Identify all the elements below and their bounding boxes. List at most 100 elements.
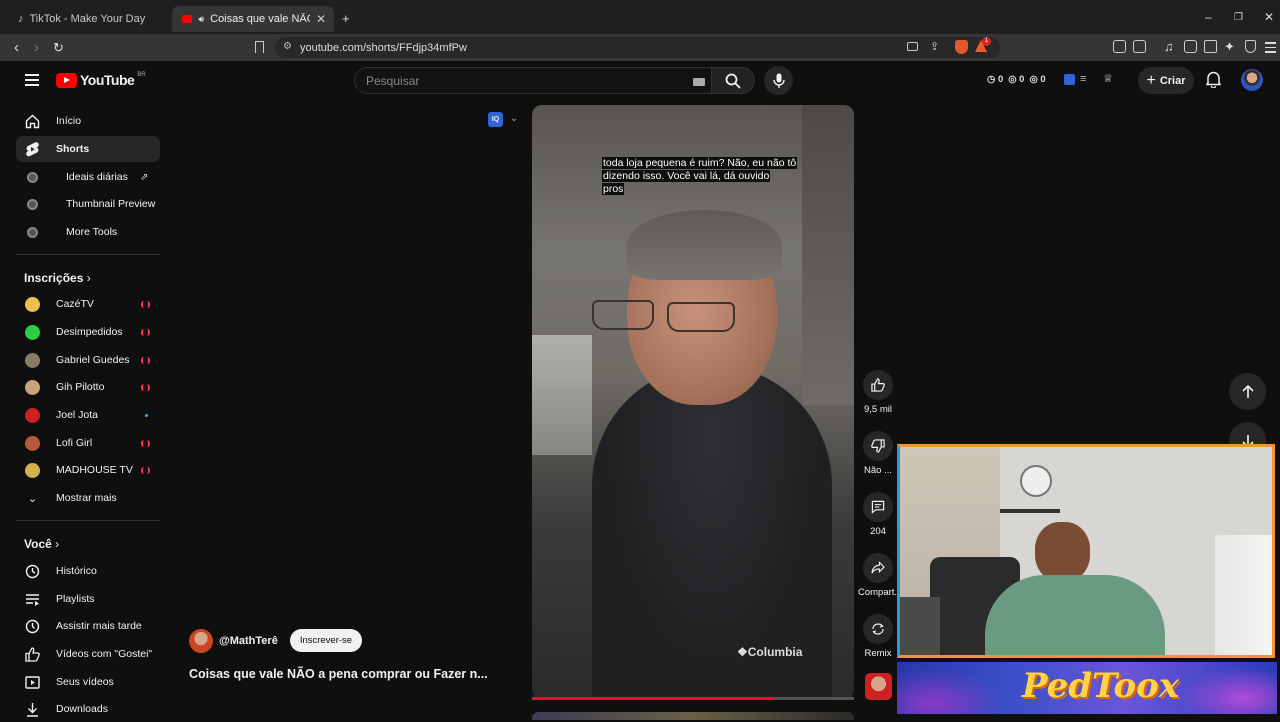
keyboard-icon[interactable] (693, 78, 705, 86)
vidiq-icon[interactable] (1064, 74, 1075, 85)
music-icon[interactable]: ♫ (1164, 39, 1174, 54)
thumbs-up-icon (863, 370, 893, 400)
close-tab-icon[interactable]: ✕ (316, 12, 326, 26)
short-title[interactable]: Coisas que vale NÃO a pena comprar ou Fa… (189, 667, 488, 681)
create-label: Criar (1159, 74, 1186, 87)
search-button[interactable] (711, 67, 755, 94)
channel-avatar (25, 435, 40, 451)
sidebar-item-label: Assistir mais tarde (56, 620, 142, 632)
chevron-down-icon[interactable]: ⌄ (510, 113, 518, 124)
tab-title: Coisas que vale NÃO a pena comprar (210, 13, 310, 25)
download-icon (25, 702, 40, 717)
channel-avatar[interactable] (189, 628, 213, 653)
next-short-preview[interactable] (532, 712, 854, 720)
palm-decoration (1167, 662, 1277, 714)
channel-name[interactable]: @MathTerê (219, 635, 278, 647)
reload-icon[interactable]: ↻ (53, 40, 64, 56)
sidebar-item-shorts[interactable]: Shorts (16, 136, 160, 162)
remix-label: Remix (864, 648, 892, 659)
sidebar-toggle-icon[interactable] (1184, 40, 1197, 53)
glasses (592, 300, 762, 334)
wallet-icon[interactable] (1204, 40, 1217, 53)
browser-menu-icon[interactable] (1265, 42, 1276, 53)
list-icon[interactable]: ≡ (1080, 73, 1086, 85)
youtube-logo[interactable]: YouTube BR (56, 72, 146, 88)
new-tab-icon[interactable]: + (342, 11, 350, 26)
tiktok-icon: ♪ (18, 13, 24, 25)
minimize-icon[interactable]: – (1205, 10, 1212, 24)
sidebar-item-subscription[interactable]: Desimpedidos (16, 319, 160, 345)
channel-avatar (25, 379, 40, 395)
sidebar-item-playlists[interactable]: Playlists (16, 586, 160, 612)
channel-avatar (25, 407, 40, 423)
previous-short-button[interactable] (1229, 373, 1266, 410)
hamburger-menu-icon[interactable] (25, 71, 39, 89)
subscriptions-heading[interactable]: Inscrições › (24, 271, 91, 285)
video-caption: toda loja pequena é ruim? Não, eu não tô… (602, 157, 798, 195)
video-progress-bar[interactable] (532, 697, 854, 700)
show-more-button[interactable]: ⌄ Mostrar mais (16, 485, 160, 511)
tab-title: TikTok - Make Your Day (29, 13, 146, 25)
short-video-player[interactable]: ❖Columbia toda loja pequena é ruim? Não,… (532, 105, 854, 700)
audio-source-thumbnail[interactable] (865, 673, 892, 700)
sidebar-item-label: Histórico (56, 565, 97, 577)
tab-youtube-short[interactable]: 🔊︎ Coisas que vale NÃO a pena comprar ✕ (172, 6, 334, 32)
you-heading[interactable]: Você › (24, 537, 59, 551)
sidebar-item-thumbnail-preview[interactable]: Thumbnail Preview (16, 191, 160, 217)
tab-tiktok[interactable]: ♪ TikTok - Make Your Day (8, 6, 170, 32)
sidebar-item-downloads[interactable]: Downloads (16, 696, 160, 722)
view-stat: ◎ 0 (1029, 74, 1046, 85)
trophy-icon[interactable]: ♕ (1103, 72, 1113, 85)
vidiq-tool-icon (25, 225, 40, 240)
leo-ai-icon[interactable]: ✦ (1224, 39, 1235, 55)
create-button[interactable]: + Criar (1138, 67, 1194, 94)
notifications-bell-icon[interactable] (1205, 71, 1222, 93)
address-bar[interactable]: ⚙︎ youtube.com/shorts/FFdjp34mfPw ⇪ 1 (275, 37, 1000, 58)
sidebar-item-ideias-diarias[interactable]: Ideais diárias ⇗ (16, 164, 160, 190)
dislike-button[interactable]: Não ... (858, 431, 898, 476)
extensions-icon[interactable] (1113, 40, 1126, 53)
search-input[interactable]: Pesquisar (354, 67, 712, 94)
channel-avatar (25, 352, 40, 368)
sidebar-item-your-videos[interactable]: Seus vídeos (16, 669, 160, 695)
comments-button[interactable]: 204 (858, 492, 898, 537)
wall-shelf (1000, 509, 1060, 513)
vidiq-overlay-button[interactable]: IQ (488, 112, 503, 127)
sidebar-divider (16, 254, 160, 255)
browser-tab-bar: ♪ TikTok - Make Your Day 🔊︎ Coisas que v… (0, 0, 1280, 34)
close-window-icon[interactable]: ✕ (1264, 10, 1274, 24)
sidebar-item-label: Vídeos com "Gostei" (56, 648, 153, 660)
wall-fan (1020, 465, 1052, 497)
sidebar-item-more-tools[interactable]: More Tools (16, 219, 160, 245)
user-avatar[interactable] (1241, 69, 1263, 91)
sidebar-item-subscription[interactable]: MADHOUSE TV (16, 457, 160, 483)
sidebar-item-subscription[interactable]: Lofi Girl (16, 430, 160, 456)
share-page-icon[interactable]: ⇪ (930, 40, 939, 53)
bookmark-icon[interactable] (255, 41, 264, 53)
external-link-icon: ⇗ (140, 171, 149, 183)
tab-search-icon[interactable] (1133, 40, 1146, 53)
share-button[interactable]: Compart... (858, 553, 902, 598)
cast-icon[interactable] (907, 42, 918, 51)
subscribe-button[interactable]: Inscrever-se (289, 629, 363, 652)
remix-icon (863, 614, 893, 644)
sidebar-item-subscription[interactable]: Gabriel Guedes (16, 347, 160, 373)
vidiq-tool-icon (25, 170, 40, 185)
sidebar-item-subscription[interactable]: Joel Jota (16, 402, 160, 428)
sidebar-item-home[interactable]: Início (16, 108, 160, 134)
sidebar-item-subscription[interactable]: CazéTV (16, 291, 160, 317)
forward-icon[interactable]: › (34, 39, 39, 56)
sidebar-item-watch-later[interactable]: Assistir mais tarde (16, 613, 160, 639)
sidebar-item-label: Playlists (56, 593, 95, 605)
like-button[interactable]: 9,5 mil (858, 370, 898, 415)
back-icon[interactable]: ‹ (14, 39, 19, 56)
remix-button[interactable]: Remix (858, 614, 898, 659)
vpn-icon[interactable] (1245, 40, 1256, 53)
sidebar-item-subscription[interactable]: Gih Pilotto (16, 374, 160, 400)
restore-icon[interactable]: ❐ (1234, 12, 1243, 23)
site-info-icon[interactable]: ⚙︎ (283, 41, 292, 52)
sidebar-item-history[interactable]: Histórico (16, 558, 160, 584)
sidebar-item-liked-videos[interactable]: Vídeos com "Gostei" (16, 641, 160, 667)
brave-shield-icon[interactable] (955, 40, 968, 54)
voice-search-button[interactable] (764, 66, 793, 95)
